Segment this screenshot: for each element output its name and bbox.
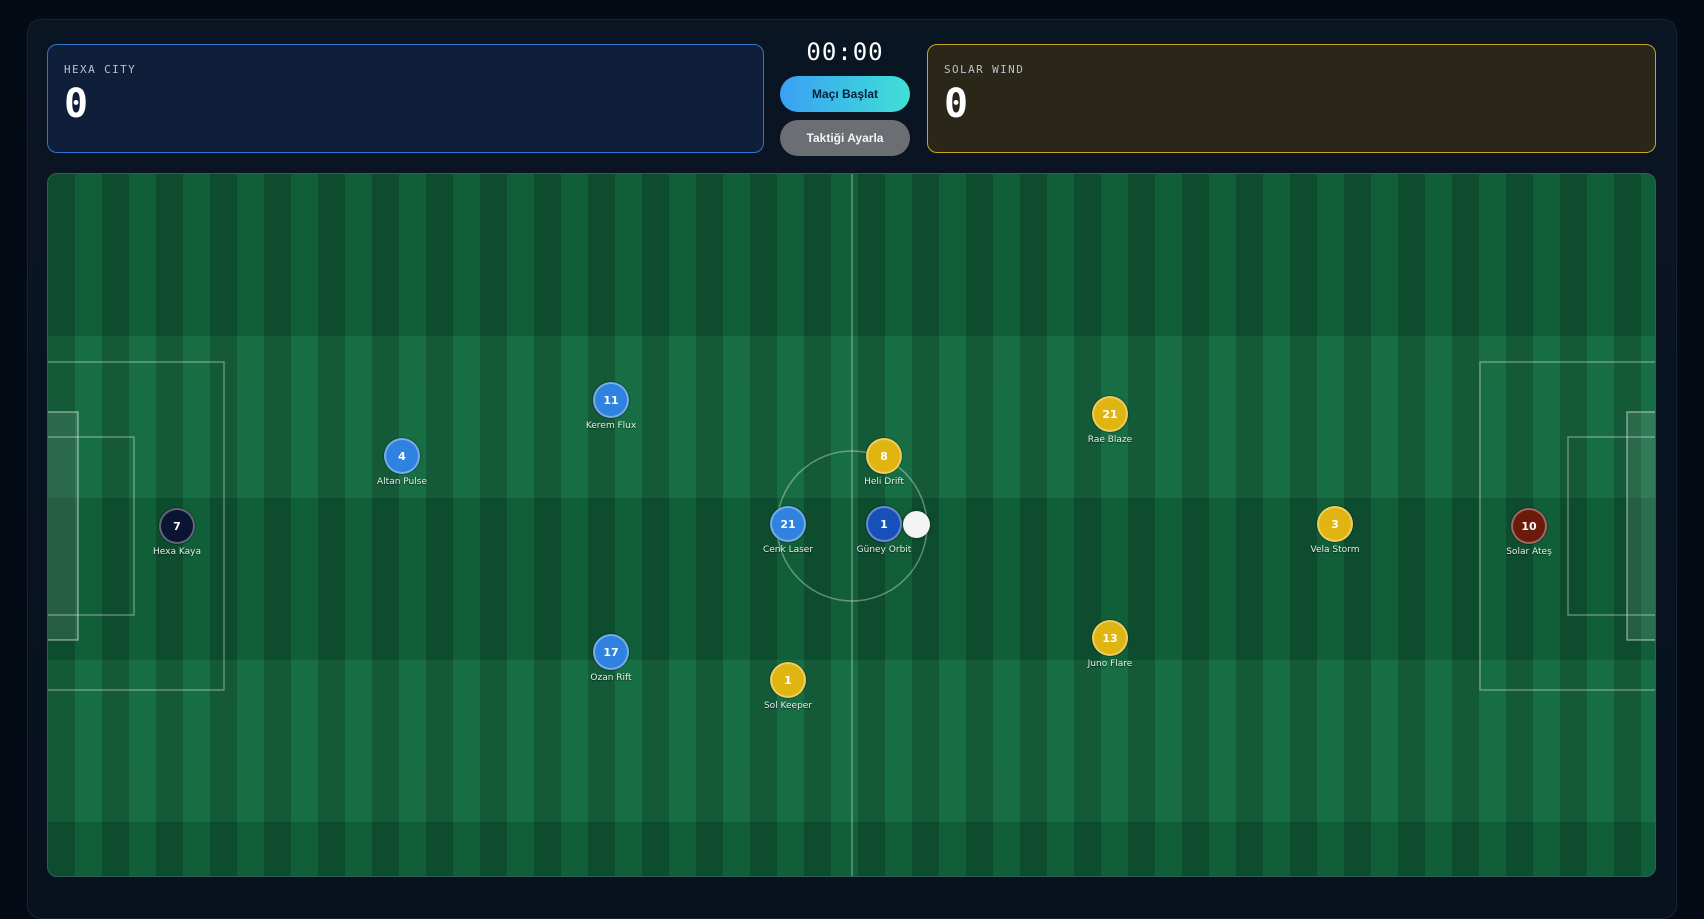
player-number-badge: 7 [159,508,195,544]
away-team-score: 0 [944,81,969,127]
start-match-button[interactable]: Maçı Başlat [780,76,910,112]
player-number-badge: 21 [770,506,806,542]
player-number-badge: 3 [1317,506,1353,542]
player-number-badge: 8 [866,438,902,474]
player-name-label: Güney Orbit [856,545,912,555]
player-name-label: Kerem Flux [585,421,637,431]
player-name-label: Solar Ateş [1506,547,1552,557]
player-name-label: Sol Keeper [763,701,813,711]
player-number-badge: 4 [384,438,420,474]
home-team-score: 0 [64,81,89,127]
player-number-badge: 13 [1092,620,1128,656]
player-number-badge: 1 [770,662,806,698]
player-name-label: Ozan Rift [590,673,632,683]
player-number-badge: 10 [1511,508,1547,544]
player-number-badge: 17 [593,634,629,670]
football-pitch[interactable]: 7 Hexa Kaya 4 Altan Pulse 11 Kerem Flux … [47,173,1656,877]
player-number-badge: 21 [1092,396,1128,432]
player-name-label: Heli Drift [864,477,904,487]
player-number-badge: 11 [593,382,629,418]
home-team-name: Hexa City [64,63,137,76]
player-name-label: Rae Blaze [1087,435,1133,445]
player-name-label: Juno Flare [1087,659,1133,669]
ball-icon[interactable] [903,511,930,538]
pitch-markings [48,174,1655,876]
match-clock: 00:00 [806,38,884,66]
home-team-panel: Hexa City 0 [47,44,764,153]
away-team-name: Solar Wind [944,63,1025,76]
away-team-panel: Solar Wind 0 [927,44,1656,153]
player-name-label: Vela Storm [1310,545,1360,555]
player-name-label: Altan Pulse [377,477,427,487]
right-goal [1626,411,1655,641]
set-tactic-button[interactable]: Taktiği Ayarla [780,120,910,156]
player-name-label: Hexa Kaya [153,547,201,557]
left-goal [48,411,79,641]
player-number-badge: 1 [866,506,902,542]
